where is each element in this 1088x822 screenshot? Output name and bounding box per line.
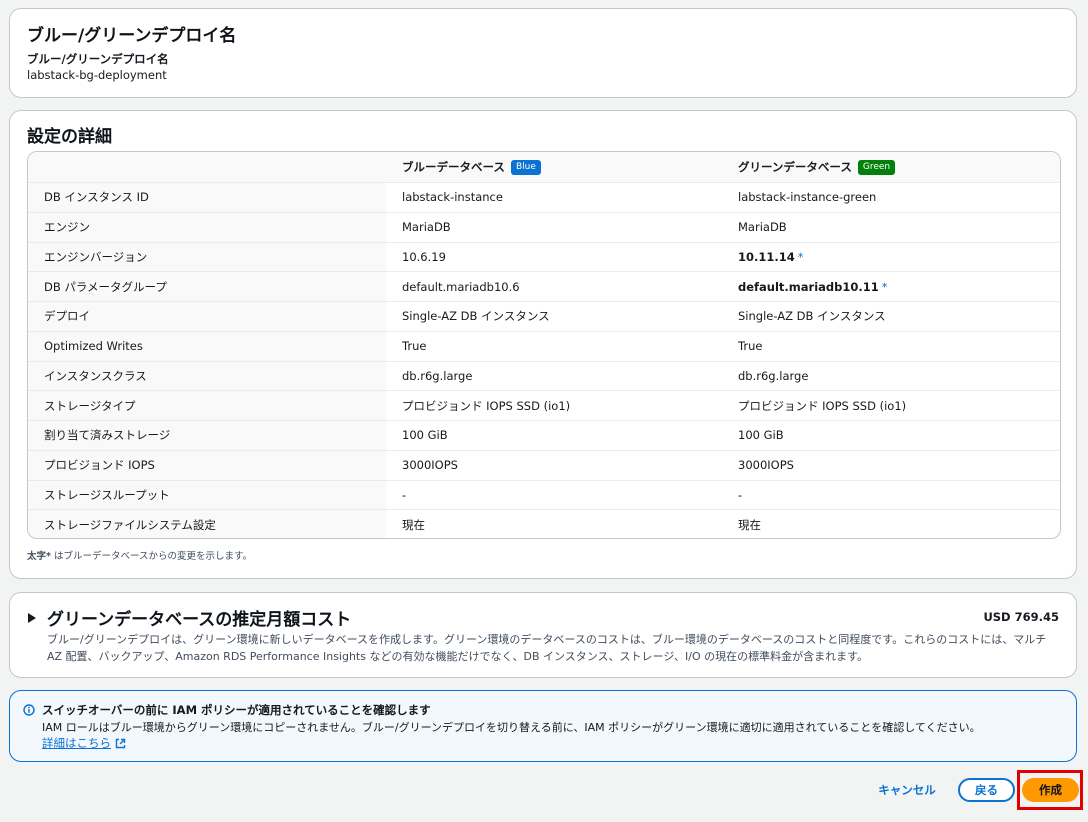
deployment-name-label: ブルー/グリーンデプロイ名 xyxy=(27,52,169,66)
blue-db-column-header: ブルーデータベース Blue xyxy=(402,152,541,182)
row-label: インスタンスクラス xyxy=(28,361,386,391)
cost-expand-toggle[interactable]: グリーンデータベースの推定月額コスト xyxy=(27,605,351,630)
blue-db-label: ブルーデータベース xyxy=(402,160,505,174)
green-value: プロビジョンド IOPS SSD (io1) xyxy=(738,398,907,413)
table-row: インスタンスクラス db.r6g.large db.r6g.large xyxy=(28,361,1060,392)
info-icon xyxy=(23,704,35,716)
estimated-cost-panel: グリーンデータベースの推定月額コスト USD 769.45 ブルー/グリーンデプ… xyxy=(9,592,1077,678)
footnote-bold: 太字* xyxy=(27,551,51,562)
comparison-table: ブルーデータベース Blue グリーンデータベース Green DB インスタン… xyxy=(27,151,1061,539)
cost-amount: USD 769.45 xyxy=(983,610,1059,624)
blue-value: labstack-instance xyxy=(402,190,503,205)
iam-policy-info-alert: スイッチオーバーの前に IAM ポリシーが適用されていることを確認します IAM… xyxy=(9,690,1077,762)
change-marker: * xyxy=(797,249,804,264)
blue-value: True xyxy=(402,339,427,354)
row-label: DB インスタンス ID xyxy=(28,183,386,212)
green-value: MariaDB xyxy=(738,220,787,235)
green-value-changed: default.mariadb10.11 * xyxy=(738,272,888,301)
blue-value: MariaDB xyxy=(402,220,451,235)
row-label: ストレージファイルシステム設定 xyxy=(28,510,386,538)
table-header: ブルーデータベース Blue グリーンデータベース Green xyxy=(28,152,1060,183)
table-row: ストレージスループット - - xyxy=(28,480,1060,511)
alert-title: スイッチオーバーの前に IAM ポリシーが適用されていることを確認します xyxy=(42,703,431,717)
blue-value: 3000IOPS xyxy=(402,458,458,473)
green-value-changed: 10.11.14 * xyxy=(738,243,804,272)
alert-body: IAM ロールはブルー環境からグリーン環境にコピーされません。ブルー/グリーンデ… xyxy=(42,721,981,734)
green-db-label: グリーンデータベース xyxy=(738,160,852,174)
table-row: ストレージタイプ プロビジョンド IOPS SSD (io1) プロビジョンド … xyxy=(28,391,1060,421)
learn-more-link[interactable]: 詳細はこちら xyxy=(42,735,126,751)
caret-right-icon xyxy=(28,612,36,623)
green-value: labstack-instance-green xyxy=(738,190,877,205)
learn-more-text: 詳細はこちら xyxy=(42,736,111,750)
changed-value: 10.11.14 xyxy=(738,249,795,264)
change-marker: * xyxy=(881,279,888,294)
footnote-text: はブルーデータベースからの変更を示します。 xyxy=(50,551,253,562)
table-row: DB パラメータグループ default.mariadb10.6 default… xyxy=(28,272,1060,302)
table-row: 割り当て済みストレージ 100 GiB 100 GiB xyxy=(28,421,1060,451)
blue-value: 10.6.19 xyxy=(402,249,446,264)
blue-value: - xyxy=(402,487,407,502)
green-value: 現在 xyxy=(738,518,761,533)
blue-value: プロビジョンド IOPS SSD (io1) xyxy=(402,398,571,413)
table-row: エンジンバージョン 10.6.19 10.11.14 * xyxy=(28,242,1060,273)
green-value: 100 GiB xyxy=(738,428,784,443)
blue-value: default.mariadb10.6 xyxy=(402,279,520,294)
blue-value: db.r6g.large xyxy=(402,368,473,383)
table-row: Optimized Writes True True xyxy=(28,331,1060,362)
deployment-name-value: labstack-bg-deployment xyxy=(27,68,167,82)
settings-details-heading: 設定の詳細 xyxy=(27,127,112,147)
green-value: - xyxy=(738,487,743,502)
row-label: ストレージスループット xyxy=(28,480,386,510)
cost-description: ブルー/グリーンデプロイは、グリーン環境に新しいデータベースを作成します。グリー… xyxy=(47,633,1047,663)
green-db-column-header: グリーンデータベース Green xyxy=(738,152,896,182)
row-label: DB パラメータグループ xyxy=(28,272,386,301)
back-button[interactable]: 戻る xyxy=(958,778,1015,802)
deployment-name-panel: ブルー/グリーンデプロイ名 ブルー/グリーンデプロイ名 labstack-bg-… xyxy=(9,8,1077,98)
changed-value: default.mariadb10.11 xyxy=(738,279,879,294)
row-label: デプロイ xyxy=(28,302,386,331)
green-value: True xyxy=(738,339,763,354)
settings-details-panel: 設定の詳細 ブルーデータベース Blue グリーンデータベース Green DB… xyxy=(9,110,1077,579)
green-value: db.r6g.large xyxy=(738,368,809,383)
table-row: デプロイ Single-AZ DB インスタンス Single-AZ DB イン… xyxy=(28,302,1060,332)
green-value: Single-AZ DB インスタンス xyxy=(738,309,886,324)
table-row: DB インスタンス ID labstack-instance labstack-… xyxy=(28,183,1060,213)
changes-footnote: 太字* はブルーデータベースからの変更を示します。 xyxy=(27,548,252,562)
row-label: Optimized Writes xyxy=(28,331,386,361)
create-button[interactable]: 作成 xyxy=(1022,778,1079,802)
blue-value: 100 GiB xyxy=(402,428,448,443)
table-row: プロビジョンド IOPS 3000IOPS 3000IOPS xyxy=(28,450,1060,481)
table-row: ストレージファイルシステム設定 現在 現在 xyxy=(28,510,1060,538)
row-label: エンジン xyxy=(28,212,386,242)
cost-heading: グリーンデータベースの推定月額コスト xyxy=(47,610,352,630)
table-row: エンジン MariaDB MariaDB xyxy=(28,212,1060,243)
blue-badge: Blue xyxy=(510,159,541,175)
row-label: 割り当て済みストレージ xyxy=(28,421,386,450)
green-value: 3000IOPS xyxy=(738,458,794,473)
external-link-icon xyxy=(115,738,126,748)
green-badge: Green xyxy=(857,159,896,175)
blue-value: 現在 xyxy=(402,518,425,533)
row-label: エンジンバージョン xyxy=(28,242,386,272)
blue-value: Single-AZ DB インスタンス xyxy=(402,309,550,324)
cancel-button[interactable]: キャンセル xyxy=(868,778,946,802)
deployment-name-heading: ブルー/グリーンデプロイ名 xyxy=(27,26,237,46)
row-label: プロビジョンド IOPS xyxy=(28,450,386,480)
row-label: ストレージタイプ xyxy=(28,391,386,420)
